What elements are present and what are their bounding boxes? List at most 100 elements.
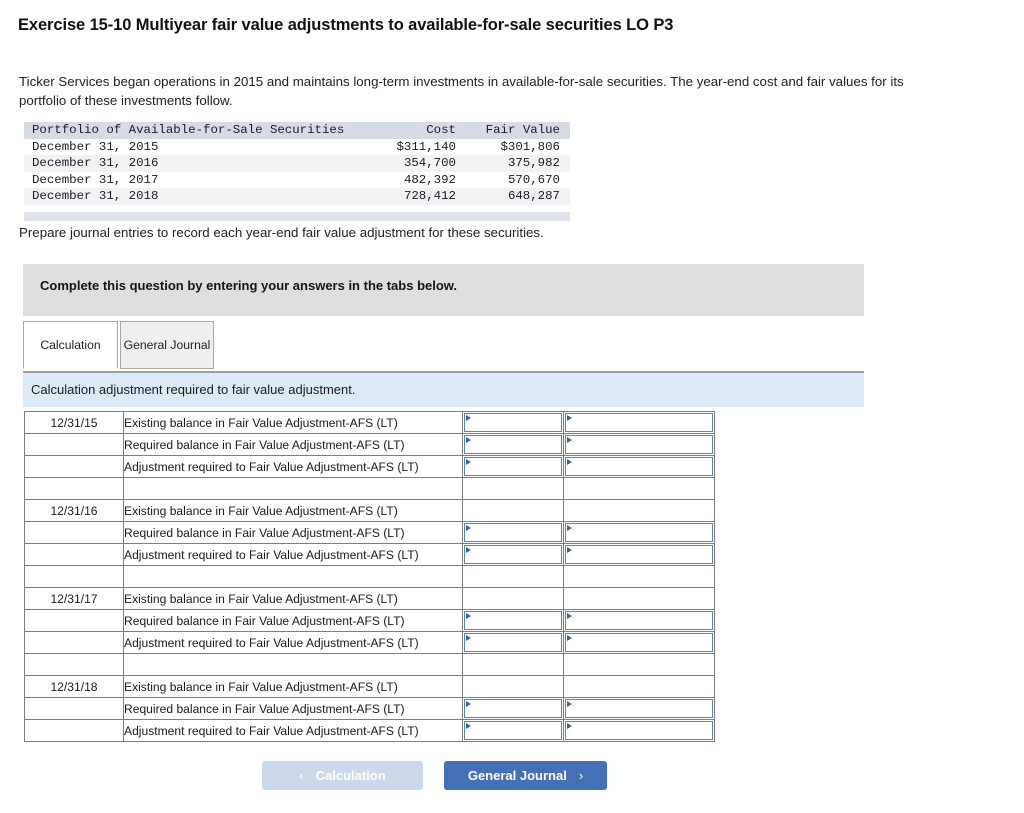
worksheet-label-cell: Existing balance in Fair Value Adjustmen… — [123, 499, 463, 522]
portfolio-row-cost: 482,392 — [403, 172, 456, 187]
worksheet-date-cell — [24, 631, 124, 654]
worksheet-body: 12/31/15 Existing balance in Fair Value … — [24, 411, 715, 742]
worksheet-spacer-cell — [123, 653, 463, 676]
table-row: 12/31/18 Existing balance in Fair Value … — [24, 675, 715, 698]
amount-input[interactable] — [464, 545, 562, 564]
table-row: 12/31/16 Existing balance in Fair Value … — [24, 499, 715, 522]
worksheet-spacer-cell — [462, 477, 564, 500]
worksheet-label-cell: Existing balance in Fair Value Adjustmen… — [123, 411, 463, 434]
worksheet-label-cell: Required balance in Fair Value Adjustmen… — [123, 609, 463, 632]
table-row: Required balance in Fair Value Adjustmen… — [24, 521, 715, 544]
worksheet-label-cell: Adjustment required to Fair Value Adjust… — [123, 719, 463, 742]
worksheet-empty-cell — [563, 587, 715, 610]
worksheet-input-cell[interactable] — [563, 455, 715, 478]
amount-input[interactable] — [464, 523, 562, 542]
worksheet-input-cell[interactable] — [563, 433, 715, 456]
page-title: Exercise 15-10 Multiyear fair value adju… — [18, 16, 674, 34]
worksheet-spacer-cell — [123, 477, 463, 500]
table-row: Adjustment required to Fair Value Adjust… — [24, 455, 715, 478]
portfolio-row-name: December 31, 2017 — [32, 172, 159, 187]
worksheet-input-cell[interactable] — [462, 455, 564, 478]
tab-calculation[interactable]: Calculation — [23, 321, 118, 369]
worksheet-spacer-cell — [563, 477, 715, 500]
amount-input[interactable] — [565, 721, 713, 740]
portfolio-row-fair-value: $301,806 — [500, 139, 561, 154]
amount-input[interactable] — [565, 611, 713, 630]
next-general-journal-button[interactable]: General Journal › — [444, 761, 607, 790]
prev-calculation-button[interactable]: ‹ Calculation — [262, 761, 423, 790]
worksheet-input-cell[interactable] — [462, 433, 564, 456]
worksheet-date-cell — [24, 719, 124, 742]
worksheet-spacer-cell — [24, 477, 124, 500]
worksheet-input-cell[interactable] — [563, 411, 715, 434]
amount-input[interactable] — [464, 721, 562, 740]
table-row: Adjustment required to Fair Value Adjust… — [24, 719, 715, 742]
worksheet-label-cell: Adjustment required to Fair Value Adjust… — [123, 631, 463, 654]
amount-input[interactable] — [565, 699, 713, 718]
table-row: Required balance in Fair Value Adjustmen… — [24, 609, 715, 632]
worksheet-label-cell: Required balance in Fair Value Adjustmen… — [123, 521, 463, 544]
worksheet-empty-cell — [462, 587, 564, 610]
worksheet-spacer-cell — [24, 565, 124, 588]
portfolio-table: Portfolio of Available-for-Sale Securiti… — [24, 122, 570, 205]
worksheet-date-cell — [24, 521, 124, 544]
worksheet-input-cell[interactable] — [462, 631, 564, 654]
worksheet-spacer-cell — [563, 653, 715, 676]
worksheet-date-cell: 12/31/15 — [24, 411, 124, 434]
worksheet-date-cell — [24, 609, 124, 632]
portfolio-row-fair-value: 375,982 — [507, 156, 560, 170]
worksheet-empty-cell — [462, 675, 564, 698]
worksheet-empty-cell — [462, 499, 564, 522]
calculation-worksheet: 12/31/15 Existing balance in Fair Value … — [24, 411, 715, 742]
worksheet-input-cell[interactable] — [563, 543, 715, 566]
worksheet-input-cell[interactable] — [563, 719, 715, 742]
amount-input[interactable] — [565, 413, 713, 432]
amount-input[interactable] — [464, 633, 562, 652]
worksheet-date-cell — [24, 697, 124, 720]
amount-input[interactable] — [565, 633, 713, 652]
worksheet-input-cell[interactable] — [563, 697, 715, 720]
portfolio-row-name: December 31, 2016 — [32, 156, 159, 170]
worksheet-input-cell[interactable] — [462, 719, 564, 742]
worksheet-spacer-cell — [462, 653, 564, 676]
worksheet-input-cell[interactable] — [462, 609, 564, 632]
tab-instruction-bar: Calculation adjustment required to fair … — [23, 371, 864, 407]
portfolio-row-fair-value: 648,287 — [507, 189, 560, 203]
amount-input[interactable] — [464, 699, 562, 718]
worksheet-label-cell: Adjustment required to Fair Value Adjust… — [123, 543, 463, 566]
prev-button-label: Calculation — [315, 768, 386, 783]
worksheet-spacer-row — [24, 565, 715, 588]
amount-input[interactable] — [464, 435, 562, 454]
complete-question-text: Complete this question by entering your … — [40, 278, 458, 293]
worksheet-input-cell[interactable] — [462, 543, 564, 566]
worksheet-input-cell[interactable] — [462, 411, 564, 434]
chevron-left-icon: ‹ — [299, 768, 304, 783]
amount-input[interactable] — [464, 611, 562, 630]
amount-input[interactable] — [464, 413, 562, 432]
amount-input[interactable] — [565, 435, 713, 454]
worksheet-date-cell: 12/31/18 — [24, 675, 124, 698]
worksheet-label-cell: Adjustment required to Fair Value Adjust… — [123, 455, 463, 478]
table-row: Required balance in Fair Value Adjustmen… — [24, 433, 715, 456]
worksheet-spacer-row — [24, 477, 715, 500]
portfolio-header-name: Portfolio of Available-for-Sale Securiti… — [32, 123, 345, 137]
amount-input[interactable] — [565, 545, 713, 564]
worksheet-input-cell[interactable] — [462, 697, 564, 720]
worksheet-input-cell[interactable] — [563, 521, 715, 544]
portfolio-row-name: December 31, 2015 — [32, 139, 159, 154]
amount-input[interactable] — [565, 457, 713, 476]
portfolio-header-fair-value: Fair Value — [485, 123, 560, 137]
worksheet-label-cell: Existing balance in Fair Value Adjustmen… — [123, 675, 463, 698]
amount-input[interactable] — [565, 523, 713, 542]
table-row: 12/31/17 Existing balance in Fair Value … — [24, 587, 715, 610]
worksheet-input-cell[interactable] — [563, 609, 715, 632]
worksheet-spacer-cell — [563, 565, 715, 588]
amount-input[interactable] — [464, 457, 562, 476]
intro-paragraph: Ticker Services began operations in 2015… — [19, 74, 904, 108]
worksheet-spacer-cell — [462, 565, 564, 588]
worksheet-input-cell[interactable] — [462, 521, 564, 544]
worksheet-input-cell[interactable] — [563, 631, 715, 654]
tab-general-journal[interactable]: General Journal — [120, 321, 214, 369]
next-button-label: General Journal — [467, 768, 567, 783]
question-prompt: Prepare journal entries to record each y… — [19, 225, 544, 240]
